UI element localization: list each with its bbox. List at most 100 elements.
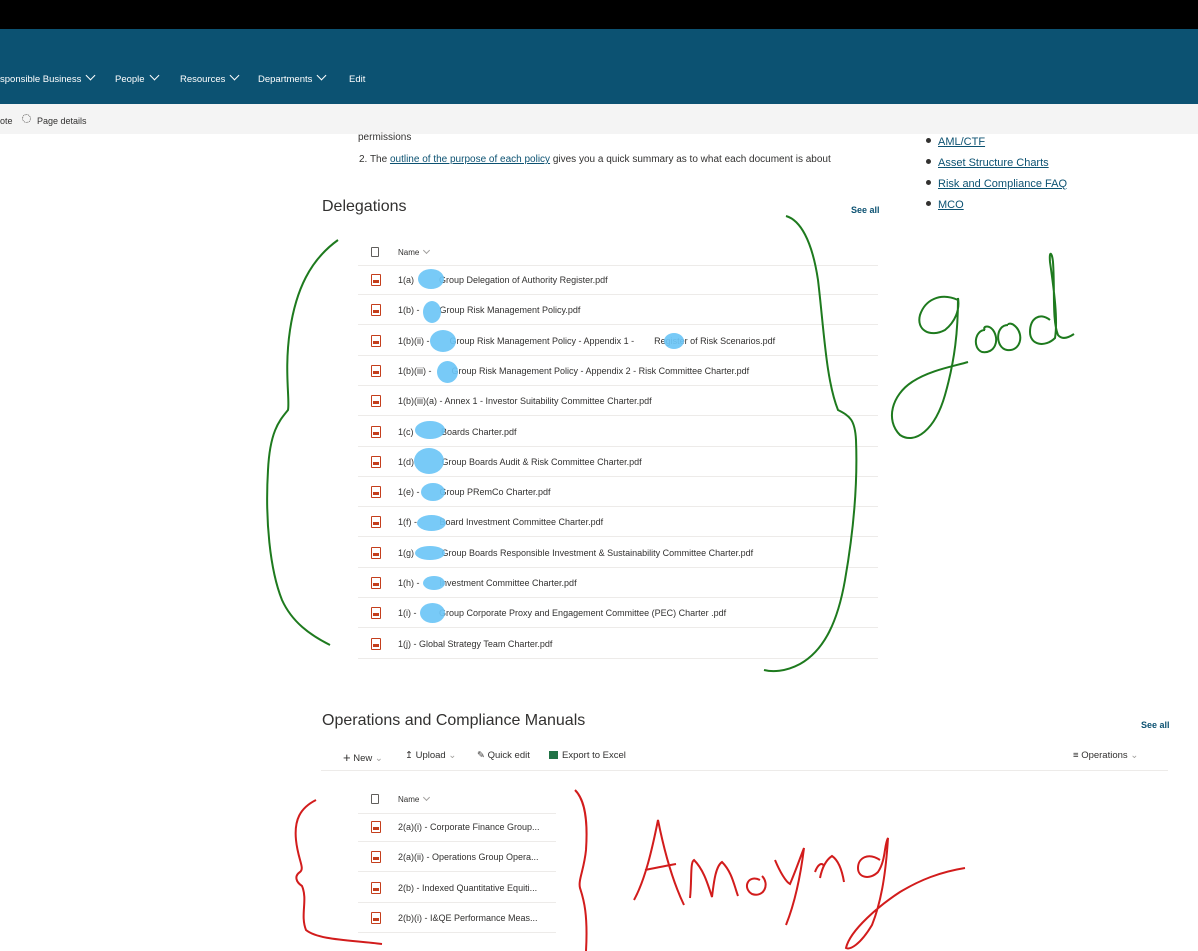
nav-item-responsible-business[interactable]: sponsible Business [0, 70, 96, 85]
quick-links-list: AML/CTF Asset Structure Charts Risk and … [926, 136, 1067, 220]
list-item: AML/CTF [926, 136, 1067, 157]
nav-label: sponsible Business [0, 74, 82, 85]
green-left-brace [266, 239, 339, 646]
chevron-down-icon: ⌄ [374, 753, 383, 764]
upload-button[interactable]: ↥ Upload ⌄ [405, 750, 456, 761]
redaction-blot [418, 269, 444, 289]
file-name[interactable]: 1(j) - Global Strategy Team Charter.pdf [398, 639, 552, 649]
good-annotation [891, 252, 1075, 440]
quick-edit-label: Quick edit [487, 750, 530, 761]
pdf-file-icon [371, 881, 381, 894]
name-column-header[interactable]: Name [398, 246, 431, 257]
red-right-brace [574, 789, 588, 951]
list-item: MCO [926, 199, 1067, 220]
redaction-blot [415, 421, 445, 439]
pdf-file-icon [371, 364, 381, 377]
file-name[interactable]: 1(g) Group Boards Responsible Investment… [398, 548, 753, 558]
annoying-annotation [633, 819, 966, 950]
file-name[interactable]: 1(i) - Group Corporate Proxy and Engagem… [398, 608, 726, 618]
file-name[interactable]: 2(a)(ii) - Operations Group Opera... [398, 852, 539, 862]
list-item[interactable]: 1(b)(iii)(a) - Annex 1 - Investor Suitab… [358, 386, 878, 417]
pdf-file-icon [371, 455, 381, 468]
pdf-file-icon [371, 486, 381, 499]
redaction-blot [414, 448, 444, 474]
operations-header-row [358, 787, 556, 814]
bullet-icon [926, 159, 931, 164]
excel-icon [549, 751, 558, 759]
file-name[interactable]: 2(b) - Indexed Quantitative Equiti... [398, 883, 537, 893]
pdf-file-icon [371, 334, 381, 347]
export-to-excel-button[interactable]: Export to Excel [549, 750, 626, 761]
redaction-blot [437, 361, 458, 383]
name-column-header[interactable]: Name [398, 793, 431, 804]
page-details-button[interactable]: Page details [37, 116, 87, 126]
top-black-strip [0, 0, 1198, 29]
gear-icon [22, 114, 31, 123]
nav-label: Resources [180, 74, 226, 85]
chevron-down-icon: ⌄ [1130, 750, 1139, 761]
file-name[interactable]: 2(b)(i) - I&QE Performance Meas... [398, 913, 538, 923]
redaction-blot [430, 330, 456, 352]
chevron-down-icon [423, 793, 431, 802]
pdf-file-icon [371, 304, 381, 317]
chevron-down-icon [423, 246, 431, 255]
redaction-blot [420, 603, 445, 623]
nav-item-people[interactable]: People [115, 70, 160, 85]
pdf-file-icon [371, 637, 381, 650]
intro-line-1: permissions [358, 132, 412, 143]
nav-label: People [115, 74, 145, 85]
cmd-fragment[interactable]: ote [0, 116, 13, 126]
purpose-outline-link[interactable]: outline of the purpose of each policy [390, 154, 550, 165]
toolbar-divider [321, 770, 1168, 771]
link-mco[interactable]: MCO [938, 199, 964, 211]
bullet-icon [926, 138, 931, 143]
plus-icon: + [343, 750, 351, 765]
delegations-see-all-link[interactable]: See all [851, 205, 880, 215]
list-item[interactable]: 2(a)(ii) - Operations Group Opera... [358, 842, 556, 873]
nav-item-resources[interactable]: Resources [180, 70, 240, 85]
redaction-blot [417, 515, 446, 531]
file-name[interactable]: 2(a)(i) - Corporate Finance Group... [398, 822, 540, 832]
pdf-file-icon [371, 516, 381, 529]
pdf-file-icon [371, 395, 381, 408]
pdf-file-icon [371, 851, 381, 864]
nav-item-edit[interactable]: Edit [349, 74, 365, 85]
operations-see-all-link[interactable]: See all [1141, 720, 1170, 730]
bullet-icon [926, 180, 931, 185]
list-item[interactable]: 1(j) - Global Strategy Team Charter.pdf [358, 629, 878, 659]
list-view-icon: ≡ [1073, 750, 1079, 761]
pdf-file-icon [371, 577, 381, 589]
pencil-icon: ✎ [477, 750, 485, 761]
pdf-file-icon [371, 821, 381, 833]
pdf-file-icon [371, 274, 381, 286]
file-type-icon [371, 247, 379, 257]
intro-line-2: 2. The outline of the purpose of each po… [343, 154, 831, 165]
link-asset-structure-charts[interactable]: Asset Structure Charts [938, 157, 1049, 169]
file-type-icon [371, 794, 379, 804]
operations-title: Operations and Compliance Manuals [322, 712, 586, 729]
site-nav-bar [0, 29, 1198, 104]
link-risk-compliance-faq[interactable]: Risk and Compliance FAQ [938, 178, 1067, 190]
pdf-file-icon [371, 607, 381, 620]
file-name[interactable]: 1(b)(iii)(a) - Annex 1 - Investor Suitab… [398, 396, 652, 406]
chevron-down-icon: ⌄ [448, 750, 457, 761]
intro-rest: gives you a quick summary as to what eac… [550, 154, 831, 165]
link-aml-ctf[interactable]: AML/CTF [938, 136, 985, 148]
nav-item-departments[interactable]: Departments [258, 70, 327, 85]
pdf-file-icon [371, 546, 381, 559]
list-item[interactable]: 2(a)(i) - Corporate Finance Group... [358, 812, 556, 842]
export-label: Export to Excel [562, 750, 626, 761]
nav-label: Departments [258, 74, 313, 85]
intro-number: 2. The [359, 154, 390, 165]
view-selector[interactable]: ≡ Operations ⌄ [1073, 750, 1138, 761]
view-label: Operations [1081, 750, 1128, 761]
quick-edit-button[interactable]: ✎ Quick edit [477, 750, 530, 761]
command-bar [0, 104, 1198, 134]
delegations-title: Delegations [322, 198, 407, 215]
list-item[interactable]: 1(b)(iii) - Group Risk Management Policy… [358, 356, 878, 386]
new-button[interactable]: + New ⌄ [343, 749, 383, 765]
list-item[interactable]: 2(b)(i) - I&QE Performance Meas... [358, 903, 556, 933]
delegations-header-row [358, 239, 878, 266]
list-item[interactable]: 2(b) - Indexed Quantitative Equiti... [358, 873, 556, 903]
bullet-icon [926, 201, 931, 206]
